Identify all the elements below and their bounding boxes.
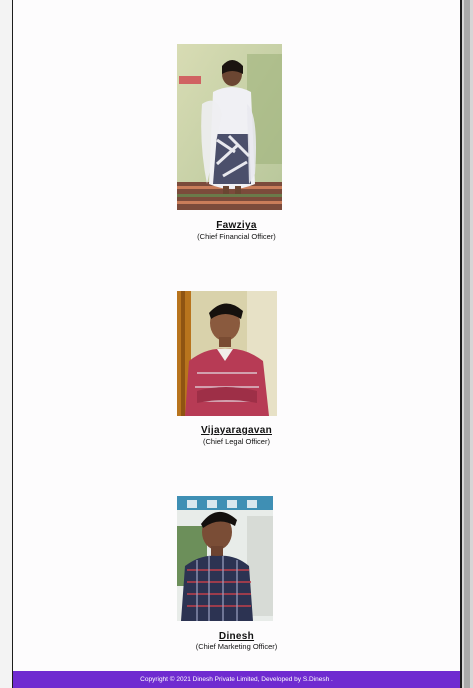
member-name: Vijayaragavan [201, 425, 272, 436]
left-border [0, 0, 13, 688]
member-photo-dinesh [177, 496, 273, 621]
man-in-red-shirt-photo [177, 291, 277, 416]
scrollbar-thumb[interactable] [464, 0, 470, 688]
member-role: (Chief Financial Officer) [197, 232, 276, 241]
vertical-scrollbar[interactable] [460, 0, 473, 688]
member-photo-fawziya [177, 44, 282, 210]
copyright-footer: Copyright © 2021 Dinesh Private Limited,… [13, 671, 460, 688]
member-photo-vijayaragavan [177, 291, 277, 416]
member-name: Dinesh [218, 631, 255, 642]
man-in-plaid-shirt-photo [177, 496, 273, 621]
page: Fawziya (Chief Financial Officer) Vijaya… [0, 0, 473, 688]
member-name: Fawziya [216, 220, 257, 231]
member-role: (Chief Legal Officer) [203, 437, 270, 446]
member-role: (Chief Marketing Officer) [195, 642, 278, 651]
team-section: Fawziya (Chief Financial Officer) Vijaya… [13, 0, 460, 672]
woman-in-white-saree-photo [177, 44, 282, 210]
